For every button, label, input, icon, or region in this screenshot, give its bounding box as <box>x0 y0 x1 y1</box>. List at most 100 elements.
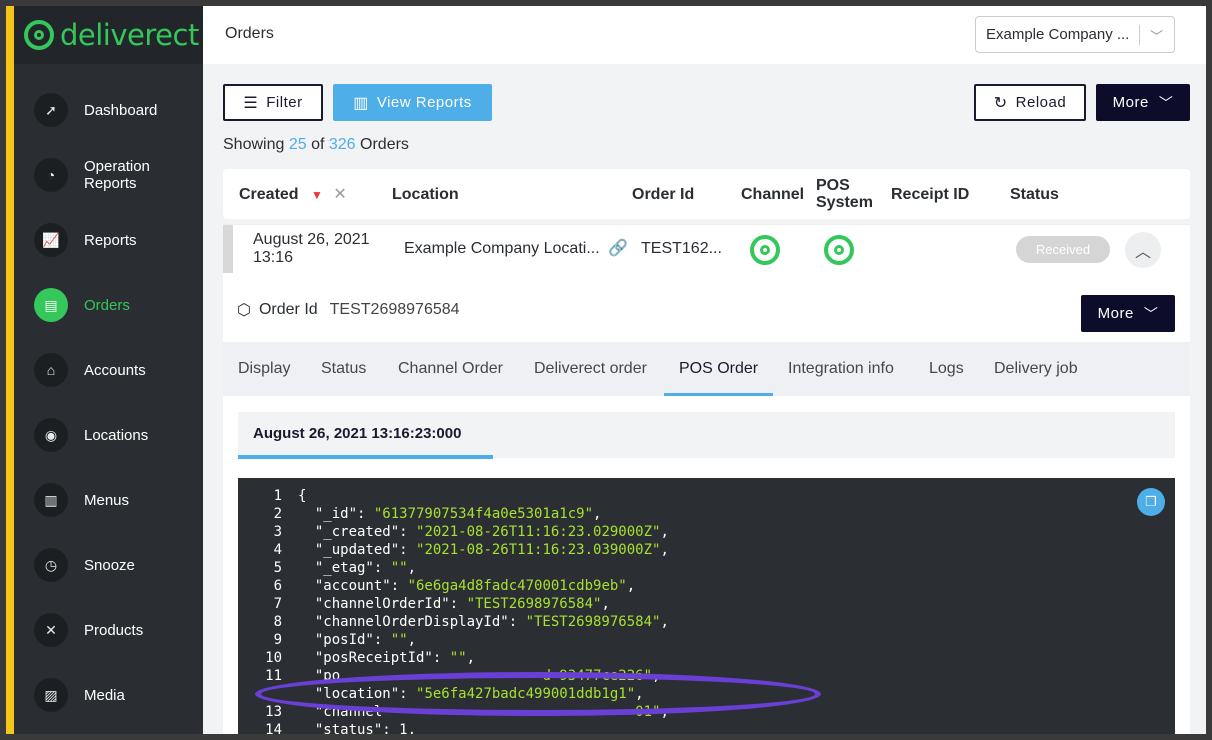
json-key: "po <box>298 668 341 684</box>
column-channel[interactable]: Channel <box>741 186 804 203</box>
shown-count: 25 <box>288 136 307 153</box>
json-value: d 93477ce226" <box>340 668 653 684</box>
line-number: 13 <box>265 704 282 720</box>
json-key: "channel <box>298 704 383 720</box>
json-key: "posId": <box>298 632 391 648</box>
brand-logo[interactable]: deliverect <box>14 6 203 64</box>
chevron-down-icon: ﹀ <box>1143 305 1159 322</box>
created-time: 13:16 <box>253 249 294 266</box>
order-id-value: TEST2698976584 <box>329 301 460 318</box>
column-status[interactable]: Status <box>1010 186 1059 203</box>
line-number: 9 <box>273 632 282 648</box>
column-receipt-id[interactable]: Receipt ID <box>891 186 969 203</box>
json-key: "channelOrderId": <box>298 596 467 612</box>
json-key: "account": <box>298 578 408 594</box>
active-tab-indicator <box>664 393 773 396</box>
location-name: Example Company Locati... <box>404 240 600 257</box>
column-location[interactable]: Location <box>392 186 459 203</box>
line-number: 8 <box>273 614 282 630</box>
json-key: "status": 1, <box>298 722 417 734</box>
tab-channel-order[interactable]: Channel Order <box>398 360 503 378</box>
link-icon[interactable]: 🔗 <box>608 240 628 257</box>
json-value: "6e6ga4d8fadc470001cdb9eb" <box>407 578 627 594</box>
utensils-icon: ✕ <box>34 613 68 647</box>
tab-deliverect-order[interactable]: Deliverect order <box>534 360 647 378</box>
company-select[interactable]: Example Company ... ﹀ <box>975 16 1175 53</box>
results-count: Showing 25 of 326 Orders <box>223 136 409 154</box>
page-title: Orders <box>225 25 274 42</box>
sidebar-item-accounts[interactable]: ⌂ Accounts <box>14 345 203 395</box>
sidebar-item-dashboard[interactable]: ➚ Dashboard <box>14 85 203 135</box>
tab-status[interactable]: Status <box>321 360 366 378</box>
code-content: "account": "6e6ga4d8fadc470001cdb9eb", <box>298 577 635 595</box>
tab-logs[interactable]: Logs <box>929 360 964 378</box>
sort-desc-icon[interactable]: ▼ <box>311 188 323 202</box>
sidebar-item-orders[interactable]: ▤ Orders <box>14 280 203 330</box>
json-key: { <box>298 488 307 504</box>
tab-pos-order[interactable]: POS Order <box>679 360 758 378</box>
sidebar-item-snooze[interactable]: ◷ Snooze <box>14 540 203 590</box>
json-punct: , <box>635 686 644 702</box>
code-content: "posId": "", <box>298 631 416 649</box>
sidebar-item-operation-reports[interactable]: ◔ Operation Reports <box>14 150 203 200</box>
sidebar-item-media[interactable]: ▨ Media <box>14 670 203 720</box>
json-punct: , <box>652 668 661 684</box>
sidebar-item-products[interactable]: ✕ Products <box>14 605 203 655</box>
reload-button[interactable]: ↻ Reload <box>974 84 1086 121</box>
json-punct: , <box>407 632 417 648</box>
code-content: "_updated": "2021-08-26T11:16:23.039000Z… <box>298 541 669 559</box>
json-key: "channelOrderDisplayId": <box>298 614 526 630</box>
copy-icon[interactable]: ❐ <box>1137 488 1165 516</box>
chevron-down-icon: ﹀ <box>1158 94 1174 111</box>
table-row[interactable]: August 26, 2021 13:16 Example Company Lo… <box>223 224 1190 274</box>
code-content: "channelOrderId": "TEST2698976584", <box>298 595 610 613</box>
bar-chart-icon: ▥ <box>353 94 369 112</box>
sidebar-item-reports[interactable]: 📈 Reports <box>14 215 203 265</box>
app-window: deliverect ➚ Dashboard ◔ Operation Reports 📈… <box>6 6 1206 734</box>
created-date: August 26, 2021 <box>253 231 370 248</box>
sidebar-item-locations[interactable]: ◉ Locations <box>14 410 203 460</box>
json-punct: , <box>466 650 476 666</box>
tab-integration-info[interactable]: Integration info <box>788 360 894 378</box>
detail-more-button[interactable]: More ﹀ <box>1081 295 1175 332</box>
chevron-up-icon: ︿ <box>1134 244 1151 261</box>
channel-deliverect-icon <box>750 235 780 265</box>
chart-line-icon: 📈 <box>34 223 68 257</box>
tab-display[interactable]: Display <box>238 360 290 378</box>
reload-button-label: Reload <box>1015 94 1067 111</box>
gauge-icon: ◔ <box>34 158 68 192</box>
sidebar-item-menus[interactable]: ▥ Menus <box>14 475 203 525</box>
line-number: 11 <box>265 668 282 684</box>
sidebar-item-label: Menus <box>84 491 130 509</box>
json-value: "2021-08-26T11:16:23.039000Z" <box>416 542 661 558</box>
store-icon: ⌂ <box>34 353 68 387</box>
view-reports-button[interactable]: ▥ View Reports <box>333 84 492 121</box>
column-created[interactable]: Created ▼ ✕ <box>239 186 347 204</box>
timestamp-tab[interactable]: August 26, 2021 13:16:23:000 <box>238 412 1175 459</box>
filter-button[interactable]: ☰ Filter <box>223 84 323 121</box>
sliders-icon: ☰ <box>243 94 259 112</box>
json-key: "posReceiptId": <box>298 650 450 666</box>
json-value: "61377907534f4a0e5301a1c9" <box>373 506 594 522</box>
json-punct: , <box>660 614 669 630</box>
column-created-label: Created <box>239 186 299 203</box>
clear-sort-icon[interactable]: ✕ <box>333 186 346 203</box>
showing-prefix: Showing <box>223 136 285 153</box>
map-pin-icon: ◉ <box>34 418 68 452</box>
json-punct: , <box>626 578 636 594</box>
tab-delivery-job[interactable]: Delivery job <box>994 360 1078 378</box>
json-value: "" <box>390 560 408 576</box>
column-pos-system[interactable]: POS System <box>816 177 873 211</box>
code-content: "channel 01", <box>298 703 669 721</box>
json-punct: , <box>660 704 669 720</box>
cell-location[interactable]: Example Company Locati... 🔗 <box>404 240 628 258</box>
book-icon: ▥ <box>34 483 68 517</box>
column-order-id[interactable]: Order Id <box>632 186 694 203</box>
line-number: 3 <box>273 524 282 540</box>
sidebar-item-label: Orders <box>84 296 130 314</box>
json-key: "_updated": <box>298 542 417 558</box>
more-button[interactable]: More ﹀ <box>1096 84 1190 121</box>
collapse-row-button[interactable]: ︿ <box>1125 232 1161 268</box>
json-code-viewer[interactable]: ❐ 1 {2 "_id": "61377907534f4a0e5301a1c9",… <box>238 478 1175 734</box>
json-key: "location": <box>298 686 417 702</box>
